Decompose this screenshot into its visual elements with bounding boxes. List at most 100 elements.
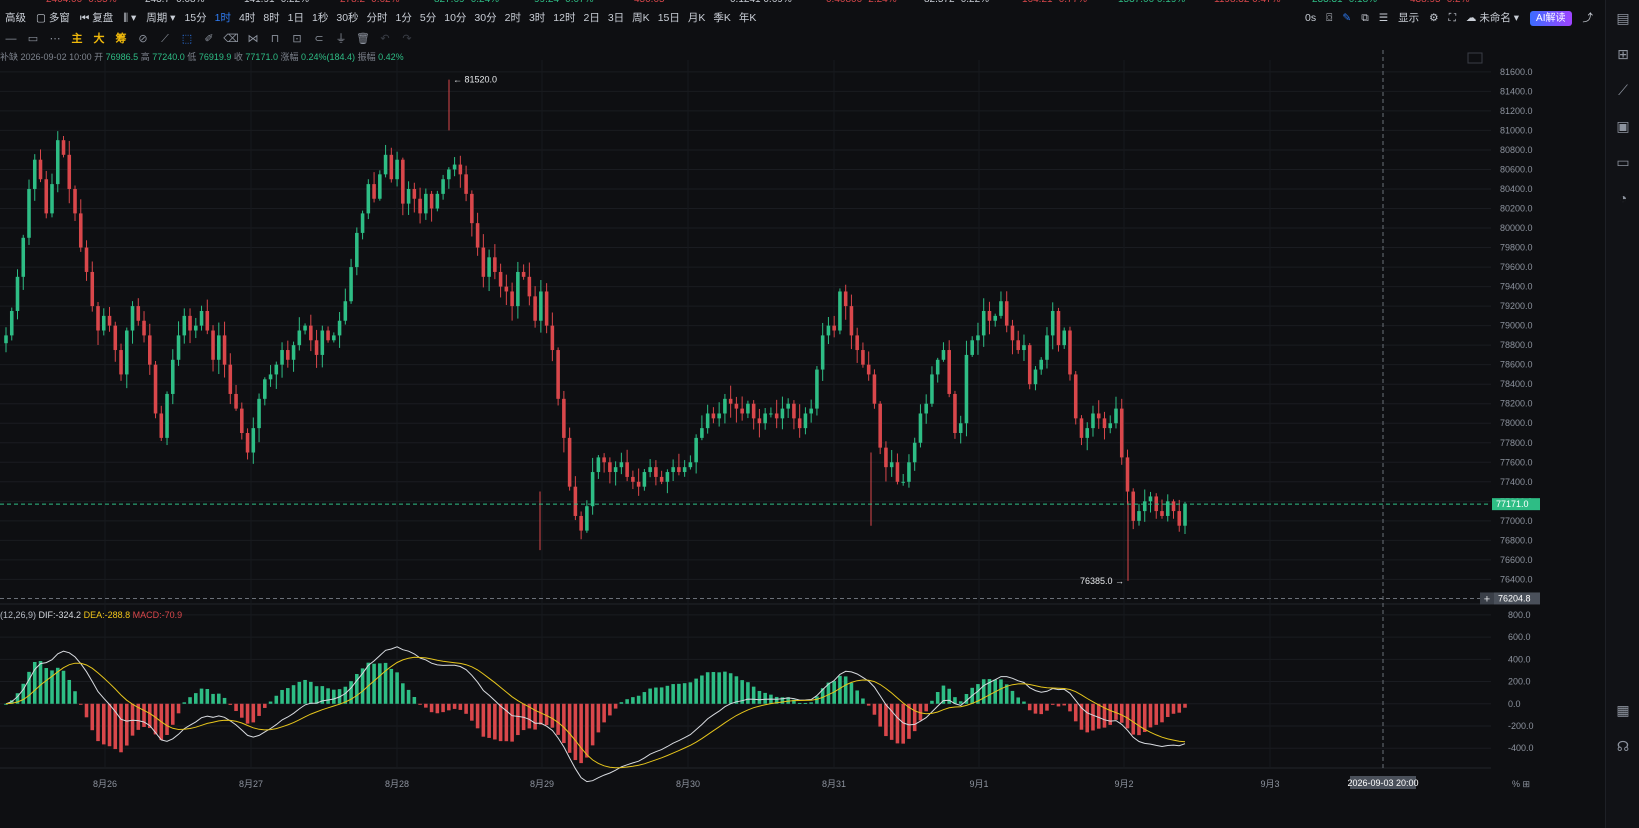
candle-body [424,193,428,214]
candle [625,449,629,482]
macd-bar [234,703,238,712]
macd-dea-line [5,656,1186,769]
macd-axis-label: 200.0 [1508,677,1531,687]
candle-body [1056,310,1061,346]
candle [251,417,256,464]
macd-dif: DIF:-324.2 [38,610,82,620]
candle-body [567,437,572,487]
macd-bar [124,703,129,746]
macd-axis-label: -200.0 [1508,721,1534,731]
candle [550,312,555,362]
candle-body [395,159,399,180]
price-axis-label: 81000.0 [1500,125,1533,135]
candle [1085,422,1090,451]
candle-body [803,413,808,429]
candle-body [107,315,112,326]
candle-body [1108,423,1113,429]
macd-bar [119,703,123,753]
candle-body [1033,369,1038,385]
macd-bar [999,679,1003,704]
candle [1148,491,1153,513]
candle-body [194,325,198,331]
macd-bar [217,693,221,704]
price-axis-label: 80800.0 [1500,145,1533,155]
macd-bar [458,703,463,710]
candle-body [251,428,256,453]
sidebar-bottom: ▦ ☊ [1606,692,1639,764]
macd-bar [694,678,698,704]
candle [1079,415,1084,446]
date-axis-label: 8月31 [822,779,846,789]
candle-body [878,403,882,448]
candle-body [78,213,83,248]
candle-body [590,472,595,507]
candle-body [1160,511,1164,516]
candle [355,227,359,276]
macd-bar [1039,703,1044,715]
candle-body [84,247,89,272]
macd-bar [372,663,376,704]
candle [861,342,865,368]
macd-axis-label: 600.0 [1508,632,1531,642]
candle-body [786,403,790,409]
macd-bar [332,689,336,704]
candle [147,323,152,375]
candle-body [303,325,307,331]
macd-bar [1119,703,1124,723]
candle-body [918,413,923,443]
candle [757,408,762,438]
candle [1165,494,1170,522]
help-icon[interactable]: ☊ [1606,728,1639,764]
candle [475,212,480,256]
candle-body [510,291,514,307]
candle-body [429,193,434,209]
macd-bar [401,683,405,704]
candle [694,434,698,474]
candle-body [481,247,486,277]
candle [866,351,871,381]
price-chart[interactable]: 81600.0 81400.0 81200.0 81000.0 80800.0 80600… [0,0,1605,828]
macd-bar [562,703,566,744]
candle-body [1079,418,1084,438]
macd-bar [1016,697,1020,704]
candle-body [895,462,900,482]
gauge-icon[interactable]: ◔ [1606,180,1639,216]
candle-body [188,315,192,331]
price-axis-label: 79800.0 [1500,243,1533,253]
candle [182,308,187,344]
candle [648,459,652,478]
candle-body [222,335,227,365]
candle [372,172,376,203]
candle-body [751,403,756,419]
candle-body [182,315,187,336]
card-icon[interactable]: ▭ [1606,144,1639,180]
document-icon[interactable]: ▤ [1606,0,1639,36]
macd-bar [424,703,428,708]
candle [1068,326,1072,381]
candle [700,415,704,441]
candle [579,511,583,540]
price-axis-label: 77000.0 [1500,516,1533,526]
candle-body [941,350,946,360]
candle-body [389,154,394,180]
candle-body [257,398,261,429]
macd-bar [263,703,267,708]
candle [849,294,854,350]
macd-bar [682,683,687,704]
candle-body [924,403,928,414]
macd-bar [567,703,572,753]
candle [395,151,399,187]
macd-bar [619,702,624,704]
candle-body [682,467,687,473]
macd-bar [326,688,330,704]
monitor-icon[interactable]: ▣ [1606,108,1639,144]
macd-bar [636,695,641,704]
trend-icon[interactable]: ⟋ [1606,72,1639,108]
layout-icon[interactable]: ▦ [1606,692,1639,728]
watchlist-icon[interactable]: ⊞ [1606,36,1639,72]
candle [136,298,141,326]
macd-bar [958,701,963,704]
candle-body [435,193,440,209]
macd-bar [1073,703,1078,722]
candle [1108,415,1113,434]
